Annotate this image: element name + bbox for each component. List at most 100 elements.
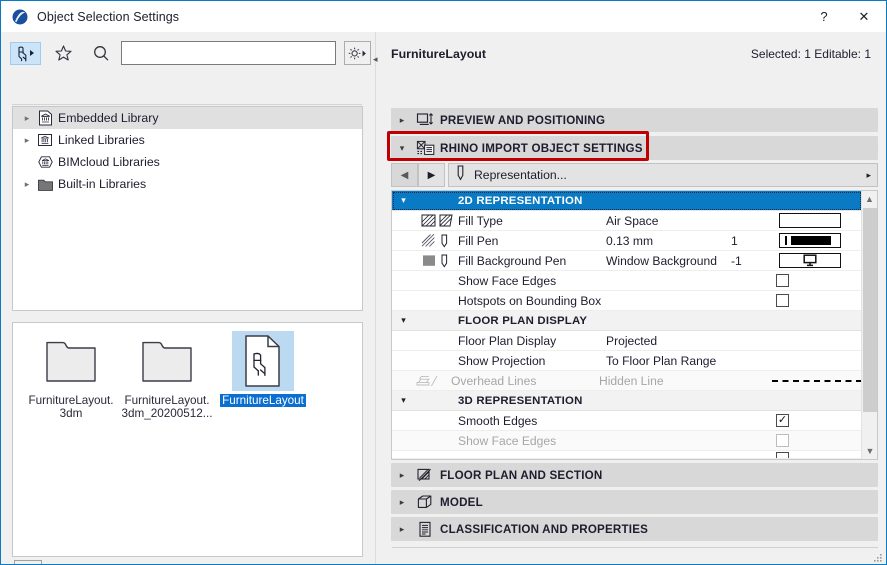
preview-positioning-icon	[413, 112, 437, 128]
thumbnail-item-furniturelayout[interactable]: FurnitureLayout	[215, 331, 311, 420]
property-control[interactable]	[776, 294, 862, 307]
checkbox-show-face-edges-2d[interactable]	[776, 274, 789, 287]
section-label: FLOOR PLAN AND SECTION	[440, 468, 603, 482]
property-row-show-face-edges-2d[interactable]: Show Face Edges	[392, 271, 862, 291]
tree-item-builtin-libraries[interactable]: ▸ Built-in Libraries	[13, 173, 362, 195]
magnifier-icon[interactable]	[86, 42, 115, 65]
thumbnail-item-folder-2[interactable]: FurnitureLayout. 3dm_20200512...	[119, 331, 215, 420]
property-value: Hidden Line	[599, 373, 664, 388]
overhead-lines-icon	[409, 373, 451, 388]
next-representation-button[interactable]: ▶	[418, 163, 445, 187]
checkbox-hotspots-on-bounding-box[interactable]	[776, 294, 789, 307]
library-tree[interactable]: ▸ Embedded Library ▸ Linked Libraries BI…	[12, 106, 363, 311]
chevron-down-icon[interactable]: ▾	[391, 143, 413, 154]
chevron-left-icon[interactable]: ◂	[373, 54, 378, 65]
section-model[interactable]: ▸ MODEL	[391, 490, 878, 514]
resize-grip-icon[interactable]	[873, 553, 883, 563]
window-background-swatch[interactable]	[779, 253, 841, 268]
property-value[interactable]: To Floor Plan Range	[606, 354, 746, 368]
representation-label: Representation...	[474, 168, 567, 182]
property-value[interactable]: Window Background	[606, 254, 731, 268]
group-label: 2D REPRESENTATION	[458, 194, 583, 207]
chevron-right-icon[interactable]: ▸	[391, 115, 413, 126]
help-button[interactable]: ?	[806, 1, 842, 32]
chevron-right-icon[interactable]: ▸	[19, 135, 35, 146]
property-list[interactable]: ▾ 2D REPRESENTATION Fill Type Air Space …	[391, 190, 878, 460]
selection-status: Selected: 1 Editable: 1	[750, 47, 871, 61]
tree-item-linked-libraries[interactable]: ▸ Linked Libraries	[13, 129, 362, 151]
property-control[interactable]	[776, 274, 862, 287]
thumb-icon-wrap	[40, 331, 102, 391]
pen-swatch[interactable]	[779, 233, 841, 248]
archicad-logo-icon	[11, 8, 29, 26]
scroll-down-button[interactable]: ▼	[862, 443, 877, 459]
representation-selector[interactable]: Representation... ▸	[448, 163, 878, 187]
fill-swatch-empty[interactable]	[779, 213, 841, 228]
chevron-down-icon[interactable]: ▾	[392, 315, 415, 326]
property-control[interactable]	[776, 253, 862, 268]
property-control[interactable]	[776, 213, 862, 228]
property-group-2d-representation[interactable]: ▾ 2D REPRESENTATION	[392, 191, 862, 211]
tree-item-embedded-library[interactable]: ▸ Embedded Library	[13, 107, 362, 129]
gear-icon[interactable]	[343, 41, 371, 65]
property-row-fill-pen[interactable]: Fill Pen 0.13 mm 1	[392, 231, 862, 251]
chevron-right-icon[interactable]: ▸	[391, 497, 413, 508]
property-row-floor-plan-display[interactable]: Floor Plan Display Projected	[392, 331, 862, 351]
group-label: 3D REPRESENTATION	[458, 394, 583, 407]
library-manager-icon[interactable]	[14, 560, 42, 564]
folder-icon	[35, 177, 55, 192]
property-row-show-projection[interactable]: Show Projection To Floor Plan Range	[392, 351, 862, 371]
close-button[interactable]: ✕	[842, 1, 886, 32]
property-control[interactable]: ✓	[776, 414, 862, 427]
section-preview-and-positioning[interactable]: ▸ PREVIEW AND POSITIONING	[391, 108, 878, 132]
thumbnail-label: FurnitureLayout. 3dm	[28, 394, 114, 420]
checkbox-partial	[776, 451, 789, 458]
property-control[interactable]	[776, 233, 862, 248]
section-label: MODEL	[440, 495, 483, 509]
property-group-floor-plan-display[interactable]: ▾ FLOOR PLAN DISPLAY	[392, 311, 862, 331]
property-row-smooth-edges[interactable]: Smooth Edges ✓	[392, 411, 862, 431]
property-label: Fill Type	[458, 213, 503, 228]
checkbox-smooth-edges[interactable]: ✓	[776, 414, 789, 427]
property-label: Show Face Edges	[458, 433, 557, 448]
chevron-right-icon[interactable]: ▸	[19, 113, 35, 124]
folder-icon	[46, 341, 96, 382]
property-group-3d-representation[interactable]: ▾ 3D REPRESENTATION	[392, 391, 862, 411]
search-input[interactable]	[121, 41, 336, 65]
triangle-right-icon[interactable]: ▸	[866, 170, 871, 181]
star-icon[interactable]	[49, 42, 78, 65]
thumbnail-item-folder-1[interactable]: FurnitureLayout. 3dm	[23, 331, 119, 420]
chevron-right-icon[interactable]: ▸	[19, 179, 35, 190]
property-list-scrollbar[interactable]: ▲ ▼	[861, 191, 877, 459]
property-row-fill-background-pen[interactable]: Fill Background Pen Window Background -1	[392, 251, 862, 271]
chevron-down-icon[interactable]: ▾	[392, 395, 415, 406]
prev-representation-button[interactable]: ◀	[391, 163, 418, 187]
chevron-right-icon[interactable]: ▸	[391, 524, 413, 535]
page-title: FurnitureLayout	[391, 47, 486, 61]
rhino-object-file-icon	[245, 335, 280, 387]
library-thumbnail-grid[interactable]: FurnitureLayout. 3dm FurnitureLayout. 3d…	[12, 322, 363, 557]
panel-splitter[interactable]: ◂	[371, 32, 385, 564]
property-row-hotspots-on-bounding-box[interactable]: Hotspots on Bounding Box	[392, 291, 862, 311]
section-classification-and-properties[interactable]: ▸ CLASSIFICATION AND PROPERTIES	[391, 517, 878, 541]
folder-icon	[142, 341, 192, 382]
scrollbar-thumb[interactable]	[863, 208, 877, 412]
window-title: Object Selection Settings	[37, 9, 180, 24]
scroll-up-button[interactable]: ▲	[862, 191, 877, 207]
property-row-fill-type[interactable]: Fill Type Air Space	[392, 211, 862, 231]
property-value[interactable]: Air Space	[606, 214, 731, 228]
tree-item-bimcloud-libraries[interactable]: ▸ BIMcloud Libraries	[13, 151, 362, 173]
section-rhino-import-object-settings[interactable]: ▾ RHINO IMPORT OBJECT SETTINGS	[391, 136, 878, 160]
property-value[interactable]: Projected	[606, 334, 731, 348]
property-value[interactable]: 0.13 mm	[606, 234, 731, 248]
furniture-object-icon[interactable]	[10, 41, 41, 65]
linked-library-icon	[35, 132, 55, 148]
chevron-down-icon[interactable]: ▾	[392, 195, 415, 206]
rep-field-content: Representation...	[455, 165, 567, 185]
model-cube-icon	[413, 494, 437, 510]
property-label: Show Face Edges	[458, 273, 557, 288]
fill-pattern-icon	[415, 233, 458, 248]
section-floor-plan-and-section[interactable]: ▸ FLOOR PLAN AND SECTION	[391, 463, 878, 487]
chevron-right-icon[interactable]: ▸	[391, 470, 413, 481]
rhino-import-icon	[413, 140, 437, 156]
